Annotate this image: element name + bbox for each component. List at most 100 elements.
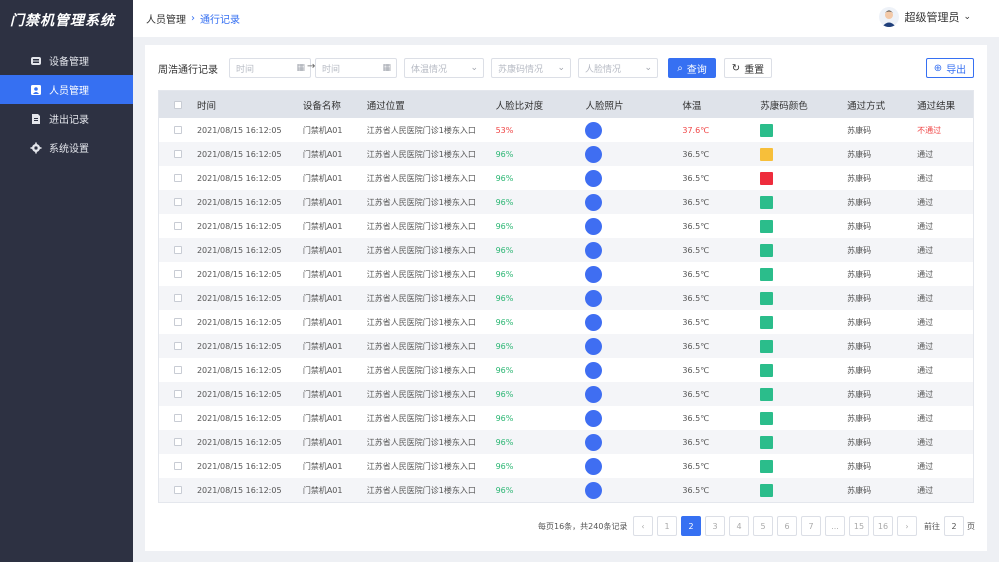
gear-icon [30, 142, 42, 154]
cell-time: 2021/08/15 16:12:05 [196, 437, 282, 447]
user-name: 超级管理员 [904, 11, 960, 24]
cell-device: 门禁机A01 [302, 245, 343, 255]
row-checkbox[interactable] [173, 366, 182, 374]
goto-page-input[interactable]: 2 [944, 516, 964, 536]
face-photo-thumbnail[interactable] [585, 193, 603, 211]
cell-temperature: 36.5℃ [682, 437, 710, 447]
start-time-input[interactable]: 时间 ▦ [229, 58, 311, 78]
row-checkbox[interactable] [173, 198, 182, 206]
sidebar-item-label: 人员管理 [49, 86, 89, 97]
face-photo-thumbnail[interactable] [585, 121, 603, 139]
row-checkbox-cell [159, 318, 197, 326]
face-photo-thumbnail[interactable] [585, 361, 603, 379]
temperature-select[interactable]: 体温情况 ⌄ [404, 58, 484, 78]
cell-time: 2021/08/15 16:12:05 [196, 245, 282, 255]
health-code-select[interactable]: 苏康码情况 ⌄ [491, 58, 571, 78]
cell-result: 通过 [917, 221, 934, 231]
face-photo-thumbnail[interactable] [585, 169, 603, 187]
pagination-page-button[interactable]: 3 [705, 516, 725, 536]
pagination-page-button[interactable]: 4 [729, 516, 749, 536]
sidebar-item-settings[interactable]: 系统设置 [0, 133, 133, 162]
chevron-down-icon: ⌄ [557, 63, 565, 73]
row-checkbox[interactable] [173, 222, 182, 230]
face-photo-thumbnail[interactable] [585, 241, 603, 259]
pagination-page-button[interactable]: 1 [657, 516, 677, 536]
pagination-next-button[interactable]: › [897, 516, 917, 536]
face-photo-thumbnail[interactable] [585, 433, 603, 451]
sidebar-item-records[interactable]: 进出记录 [0, 104, 133, 133]
cell-code-color [760, 363, 847, 377]
health-code-swatch [760, 459, 774, 473]
row-checkbox[interactable] [173, 438, 182, 446]
row-checkbox[interactable] [173, 294, 182, 302]
face-photo-thumbnail[interactable] [585, 481, 603, 499]
cell-code-color [760, 315, 847, 329]
sidebar-nav: 设备管理 人员管理 进出记录 系统设置 [0, 46, 133, 162]
row-checkbox[interactable] [173, 486, 182, 494]
pagination-page-button[interactable]: 2 [681, 516, 701, 536]
face-photo-thumbnail[interactable] [585, 265, 603, 283]
pagination-prev-button[interactable]: ‹ [633, 516, 653, 536]
face-photo-thumbnail[interactable] [585, 313, 603, 331]
pagination-page-button[interactable]: 15 [849, 516, 869, 536]
reset-button[interactable]: ↻ 重置 [724, 58, 772, 78]
cell-code-color [760, 483, 847, 497]
face-photo-thumbnail[interactable] [585, 457, 603, 475]
row-checkbox[interactable] [173, 342, 182, 350]
row-checkbox[interactable] [173, 270, 182, 278]
cell-photo [585, 193, 682, 211]
row-checkbox-cell [159, 150, 197, 158]
row-checkbox-cell [159, 174, 197, 182]
header-device: 设备名称 [302, 100, 341, 112]
face-photo-thumbnail[interactable] [585, 409, 603, 427]
row-checkbox[interactable] [173, 150, 182, 158]
cell-time: 2021/08/15 16:12:05 [196, 365, 282, 375]
app-logo: 门禁机管理系统 [10, 13, 115, 29]
end-time-input[interactable]: 时间 ▦ [315, 58, 397, 78]
cell-result: 通过 [917, 437, 934, 447]
cell-mode: 苏康码 [847, 485, 872, 495]
row-checkbox-cell [159, 126, 197, 134]
pagination-page-button[interactable]: 5 [753, 516, 773, 536]
pagination-page-button[interactable]: 6 [777, 516, 797, 536]
cell-photo [585, 457, 682, 475]
cell-code-color [760, 411, 847, 425]
sidebar-item-personnel[interactable]: 人员管理 [0, 75, 133, 104]
user-menu[interactable]: 超级管理员 ⌄ [879, 7, 971, 27]
select-all-checkbox[interactable] [173, 100, 182, 109]
search-button[interactable]: ⌕ 查询 [668, 58, 716, 78]
row-checkbox-cell [159, 294, 197, 302]
face-photo-thumbnail[interactable] [585, 217, 603, 235]
table-row: 2021/08/15 16:12:05 门禁机A01 江苏省人民医院门诊1楼东入口 9… [159, 190, 973, 214]
face-photo-thumbnail[interactable] [585, 145, 603, 163]
row-checkbox-cell [159, 366, 197, 374]
breadcrumb-current: 通行记录 [200, 15, 240, 26]
row-checkbox[interactable] [173, 126, 182, 134]
row-checkbox[interactable] [173, 174, 182, 182]
pagination-page-button[interactable]: 7 [801, 516, 821, 536]
cell-result: 通过 [917, 197, 934, 207]
sidebar-item-device[interactable]: 设备管理 [0, 46, 133, 75]
device-icon [30, 55, 42, 67]
breadcrumb-parent[interactable]: 人员管理 [146, 11, 186, 26]
export-button[interactable]: ⊕ 导出 [926, 58, 974, 78]
search-icon: ⌕ [677, 62, 683, 74]
cell-result: 通过 [917, 341, 934, 351]
face-photo-thumbnail[interactable] [585, 337, 603, 355]
cell-device: 门禁机A01 [302, 341, 343, 351]
row-checkbox[interactable] [173, 246, 182, 254]
row-checkbox[interactable] [173, 390, 182, 398]
face-photo-thumbnail[interactable] [585, 289, 603, 307]
row-checkbox[interactable] [173, 462, 182, 470]
pagination-page-button[interactable]: ... [825, 516, 845, 536]
pagination-page-button[interactable]: 16 [873, 516, 893, 536]
row-checkbox[interactable] [173, 414, 182, 422]
cell-result: 不通过 [917, 125, 942, 135]
cell-photo [585, 289, 682, 307]
face-photo-thumbnail[interactable] [585, 385, 603, 403]
chevron-down-icon: ⌄ [644, 63, 652, 73]
cell-result: 通过 [917, 365, 934, 375]
face-select[interactable]: 人脸情况 ⌄ [578, 58, 658, 78]
cell-position: 江苏省人民医院门诊1楼东入口 [366, 197, 476, 207]
row-checkbox[interactable] [173, 318, 182, 326]
